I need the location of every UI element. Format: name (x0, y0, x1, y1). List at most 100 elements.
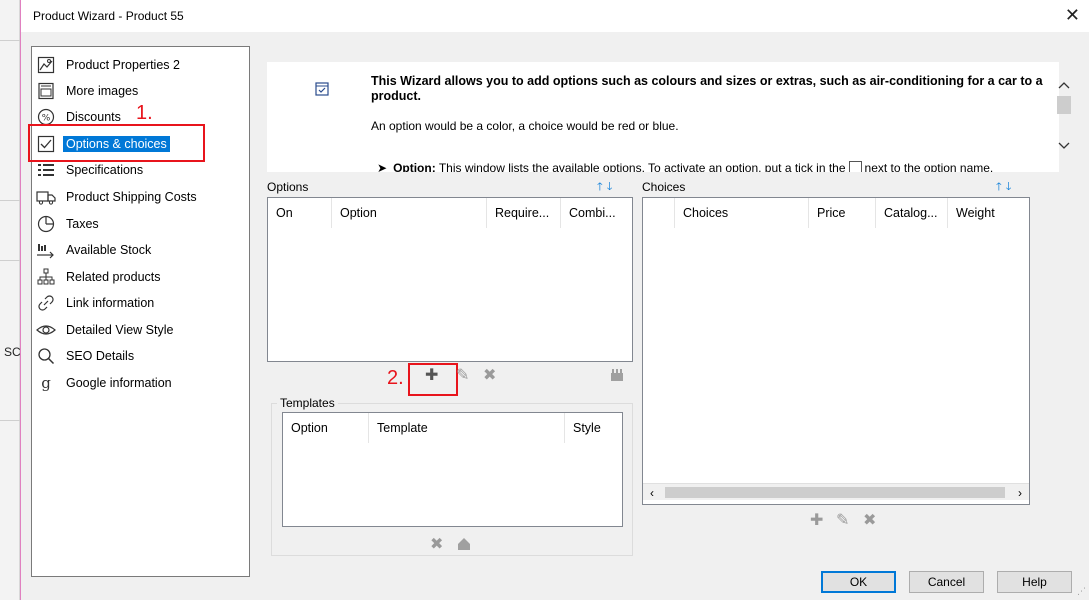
info-heading: This Wizard allows you to add options su… (371, 74, 1043, 103)
nav-item-shipping-costs[interactable]: Product Shipping Costs (36, 186, 200, 208)
choices-header: Choices Price Catalog... Weight (643, 198, 1018, 228)
nav-label: Link information (66, 296, 155, 310)
info-scrollbar[interactable] (1051, 62, 1077, 172)
help-button[interactable]: Help (997, 571, 1072, 593)
google-icon: g (36, 374, 56, 392)
nav-item-specifications[interactable]: Specifications (36, 159, 146, 181)
nav-item-taxes[interactable]: Taxes (36, 213, 102, 235)
arrow-up-icon[interactable]: 🡑 (597, 181, 607, 193)
nav-item-google-information[interactable]: g Google information (36, 372, 175, 394)
nav-item-product-properties[interactable]: Product Properties 2 (36, 54, 183, 76)
nav-item-more-images[interactable]: More images (36, 80, 141, 102)
nav-label: Related products (66, 270, 161, 284)
title-bar: Product Wizard - Product 55 ✕ (21, 0, 1089, 32)
nav-label: Google information (66, 376, 172, 390)
arrow-down-icon[interactable]: 🡓 (607, 181, 617, 193)
wizard-icon (315, 82, 329, 99)
stock-icon (36, 241, 56, 259)
edit-choice-icon[interactable]: ✎ (836, 513, 849, 529)
list-icon (36, 161, 56, 179)
nav-label: Product Shipping Costs (66, 190, 197, 204)
choices-section-label: Choices (642, 180, 686, 194)
templates-icon[interactable] (610, 368, 624, 386)
column-header-option[interactable]: Option (283, 413, 369, 443)
background-divider (0, 40, 20, 41)
search-icon (36, 347, 56, 365)
choices-horizontal-scrollbar[interactable]: ‹ › (643, 483, 1029, 500)
resize-grip-icon[interactable]: ⋰ (1077, 586, 1086, 597)
pie-chart-icon (36, 215, 56, 233)
nav-item-detailed-view-style[interactable]: Detailed View Style (36, 319, 176, 341)
background-partial-text: SC (4, 345, 21, 359)
column-header-blank[interactable] (643, 198, 675, 228)
nav-item-link-information[interactable]: Link information (36, 292, 157, 314)
nav-item-available-stock[interactable]: Available Stock (36, 239, 154, 261)
choices-reorder-arrows[interactable]: 🡑🡓 (996, 178, 1015, 197)
nav-label: SEO Details (66, 349, 135, 363)
scrollbar-thumb[interactable] (665, 487, 1005, 498)
column-header-style[interactable]: Style (565, 413, 623, 443)
delete-icon[interactable]: ✖ (483, 368, 496, 384)
hierarchy-icon (36, 268, 56, 286)
info-option-text: This window lists the available options.… (435, 161, 846, 172)
arrow-down-icon[interactable]: 🡓 (1006, 181, 1016, 193)
choices-listview[interactable]: Choices Price Catalog... Weight ‹ › (642, 197, 1030, 505)
home-icon[interactable] (457, 537, 471, 555)
annotation-step-2: 2. (387, 367, 404, 389)
templates-section-label: Templates (277, 396, 338, 410)
chevron-left-icon[interactable]: ‹ (650, 486, 654, 500)
options-reorder-arrows[interactable]: 🡑🡓 (597, 178, 616, 197)
delete-choice-icon[interactable]: ✖ (863, 513, 876, 529)
annotation-highlight-box (28, 124, 205, 162)
product-wizard-dialog: Product Wizard - Product 55 ✕ Product Pr… (20, 0, 1089, 600)
checkbox-sample-icon (848, 161, 862, 172)
column-header-on[interactable]: On (268, 198, 332, 228)
column-header-option[interactable]: Option (332, 198, 487, 228)
arrow-up-icon[interactable]: 🡑 (996, 181, 1006, 193)
nav-label: Specifications (66, 163, 144, 177)
nav-item-related-products[interactable]: Related products (36, 266, 164, 288)
background-divider (0, 420, 20, 421)
info-panel: This Wizard allows you to add options su… (267, 62, 1059, 172)
chevron-up-icon[interactable] (1058, 78, 1070, 92)
column-header-combination[interactable]: Combi... (561, 198, 632, 228)
scrollbar-thumb[interactable] (1057, 96, 1071, 114)
svg-text:g: g (41, 374, 51, 392)
background-divider (0, 260, 20, 261)
truck-icon (36, 188, 56, 206)
close-icon[interactable]: ✕ (1065, 5, 1080, 25)
options-section-label: Options (267, 180, 309, 194)
info-subtext: An option would be a color, a choice wou… (371, 119, 679, 133)
svg-text:%: % (42, 114, 51, 124)
add-icon[interactable]: ✚ (425, 368, 438, 384)
templates-header: Option Template Style (283, 413, 623, 443)
image-icon (36, 56, 56, 74)
delete-template-icon[interactable]: ✖ (430, 537, 443, 553)
column-header-price[interactable]: Price (809, 198, 876, 228)
nav-label: Available Stock (66, 243, 152, 257)
column-header-weight[interactable]: Weight (948, 198, 1018, 228)
column-header-catalog[interactable]: Catalog... (876, 198, 948, 228)
eye-icon (36, 321, 56, 339)
chevron-right-icon[interactable]: › (1018, 486, 1022, 500)
info-option-line: ➤ Option: This window lists the available… (377, 161, 994, 172)
nav-label: Product Properties 2 (66, 58, 180, 72)
cancel-button[interactable]: Cancel (909, 571, 984, 593)
templates-listview[interactable]: Option Template Style (282, 412, 623, 527)
column-header-choices[interactable]: Choices (675, 198, 809, 228)
link-icon (36, 294, 56, 312)
nav-label: Taxes (66, 217, 99, 231)
edit-icon[interactable]: ✎ (456, 368, 469, 384)
chevron-down-icon[interactable] (1058, 139, 1070, 153)
column-header-required[interactable]: Require... (487, 198, 561, 228)
options-listview[interactable]: On Option Require... Combi... (267, 197, 633, 362)
arrow-right-icon: ➤ (377, 161, 388, 172)
annotation-step-1: 1. (136, 102, 153, 124)
ok-button[interactable]: OK (821, 571, 896, 593)
gallery-icon (36, 82, 56, 100)
column-header-template[interactable]: Template (369, 413, 565, 443)
info-option-tail: next to the option name. (864, 161, 994, 172)
nav-item-seo-details[interactable]: SEO Details (36, 345, 137, 367)
add-choice-icon[interactable]: ✚ (810, 513, 823, 529)
info-option-bold: Option: (393, 161, 436, 172)
